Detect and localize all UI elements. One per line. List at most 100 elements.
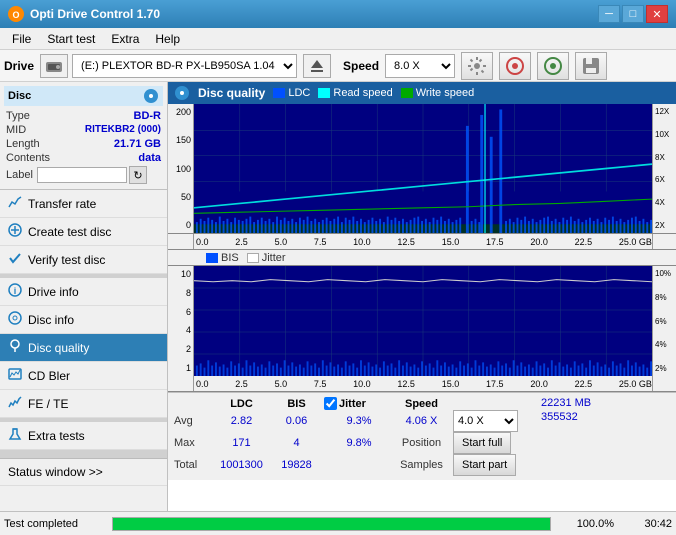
settings-icon-btn[interactable] xyxy=(461,52,493,80)
progress-bar xyxy=(113,518,550,530)
row-total-samples-label: Samples xyxy=(394,454,449,476)
x-label: 7.5 xyxy=(314,237,327,247)
sidebar-item-disc-quality[interactable]: Disc quality xyxy=(0,334,167,362)
side-values: 22231 MB 355532 xyxy=(541,397,591,423)
x-label: 2.5 xyxy=(235,379,248,389)
chart-title: Disc quality xyxy=(198,86,265,100)
start-full-button[interactable]: Start full xyxy=(453,432,511,454)
disc-label-input[interactable] xyxy=(37,167,127,183)
chart-header-icon xyxy=(174,85,190,101)
sidebar-item-disc-info[interactable]: Disc info xyxy=(0,306,167,334)
maximize-button[interactable]: □ xyxy=(622,5,644,23)
y-label: 10 xyxy=(170,269,191,279)
row-max-position-label: Position xyxy=(394,432,449,454)
y-label-r: 2X xyxy=(655,221,674,230)
drive-info-icon: i xyxy=(8,283,22,300)
stats-table: LDC BIS Jitter Speed A xyxy=(174,397,529,476)
x-label: 0.0 xyxy=(194,379,209,389)
top-y-axis-left: 200 150 100 50 0 xyxy=(168,104,194,233)
jitter-label: Jitter xyxy=(339,398,366,410)
legend-write-label: Write speed xyxy=(416,87,475,99)
jitter-checkbox-label: Jitter xyxy=(324,397,394,410)
y-label: 0 xyxy=(170,220,191,230)
top-chart-body xyxy=(194,104,652,233)
row-max-bis: 4 xyxy=(269,432,324,454)
speed-select[interactable]: 8.0 X xyxy=(385,54,455,78)
left-panel: Disc Type BD-R MID RITEKBR2 (000) Length… xyxy=(0,82,168,511)
sidebar-item-label: Drive info xyxy=(28,285,79,299)
row-max-ldc: 171 xyxy=(214,432,269,454)
x-label: 17.5 xyxy=(486,379,504,389)
menubar: File Start test Extra Help xyxy=(0,28,676,50)
menu-extra[interactable]: Extra xyxy=(103,30,147,48)
nav-divider-3 xyxy=(0,450,167,458)
stats-col-ldc: LDC xyxy=(214,397,269,410)
titlebar-title: Opti Drive Control 1.70 xyxy=(30,7,598,21)
menu-starttest[interactable]: Start test xyxy=(39,30,103,48)
sidebar-item-fe-te[interactable]: FE / TE xyxy=(0,390,167,418)
eject-button[interactable] xyxy=(303,54,331,78)
y-label: 150 xyxy=(170,135,191,145)
disc-length-row: Length 21.71 GB xyxy=(4,137,163,151)
titlebar: O Opti Drive Control 1.70 ─ □ ✕ xyxy=(0,0,676,28)
sidebar-item-label: Disc info xyxy=(28,313,74,327)
sidebar-item-extra-tests[interactable]: Extra tests xyxy=(0,422,167,450)
x-label: 12.5 xyxy=(397,237,415,247)
sidebar-item-label: Transfer rate xyxy=(28,197,96,211)
y-label-r: 4% xyxy=(655,340,674,349)
stats-speed-label: Speed xyxy=(394,397,449,410)
position-value-row: 22231 MB xyxy=(541,397,591,409)
top-x-axis: 0.0 2.5 5.0 7.5 10.0 12.5 15.0 17.5 20.0… xyxy=(168,234,676,250)
y-label: 50 xyxy=(170,192,191,202)
menu-help[interactable]: Help xyxy=(147,30,188,48)
y-label: 200 xyxy=(170,107,191,117)
disc-contents-label: Contents xyxy=(6,152,50,164)
position-value: 22231 MB xyxy=(541,397,591,409)
x-label: 17.5 xyxy=(486,237,504,247)
y-label: 8 xyxy=(170,288,191,298)
sidebar-item-status-window[interactable]: Status window >> xyxy=(0,458,167,486)
nav-items: Transfer rate Create test disc Verify te… xyxy=(0,190,167,486)
sidebar-item-cd-bler[interactable]: CD Bler xyxy=(0,362,167,390)
disc-write-icon-btn[interactable] xyxy=(499,52,531,80)
sidebar-item-verify-test[interactable]: Verify test disc xyxy=(0,246,167,274)
bottom-y-axis-left: 10 8 6 4 2 1 xyxy=(168,266,194,376)
sidebar-item-drive-info[interactable]: i Drive info xyxy=(0,278,167,306)
y-label-r: 8% xyxy=(655,293,674,302)
menu-file[interactable]: File xyxy=(4,30,39,48)
y-label-r: 6X xyxy=(655,175,674,184)
refresh-button[interactable]: ↻ xyxy=(129,166,147,184)
sidebar-item-label: Extra tests xyxy=(28,429,85,443)
sidebar-item-label: Verify test disc xyxy=(28,253,105,267)
toolbar: Drive (E:) PLEXTOR BD-R PX-LB950SA 1.04 … xyxy=(0,50,676,82)
stats-row-max: Max 171 4 9.8% Position Start full xyxy=(174,432,529,454)
disc-label-row: Label ↻ xyxy=(4,165,163,185)
disc-header-label: Disc xyxy=(8,90,31,102)
speed-label: Speed xyxy=(343,59,379,73)
start-part-button[interactable]: Start part xyxy=(453,454,516,476)
speed-select-stats[interactable]: 4.0 X xyxy=(453,410,518,432)
close-button[interactable]: ✕ xyxy=(646,5,668,23)
save-icon-btn[interactable] xyxy=(575,52,607,80)
jitter-checkbox[interactable] xyxy=(324,397,337,410)
row-total-ldc: 1001300 xyxy=(214,454,269,476)
stats-area: LDC BIS Jitter Speed A xyxy=(168,392,676,480)
legend-write-speed: Write speed xyxy=(401,87,475,99)
sidebar-item-create-test[interactable]: Create test disc xyxy=(0,218,167,246)
sidebar-item-transfer-rate[interactable]: Transfer rate xyxy=(0,190,167,218)
sidebar-item-label: Create test disc xyxy=(28,225,111,239)
minimize-button[interactable]: ─ xyxy=(598,5,620,23)
disc-info-icon xyxy=(8,311,22,328)
disc-read-icon-btn[interactable] xyxy=(537,52,569,80)
disc-length-value: 21.71 GB xyxy=(114,138,161,150)
drive-select[interactable]: (E:) PLEXTOR BD-R PX-LB950SA 1.04 xyxy=(72,54,297,78)
drive-icon-btn[interactable] xyxy=(40,54,68,78)
titlebar-icon: O xyxy=(8,6,24,22)
top-y-axis-right: 12X 10X 8X 6X 4X 2X xyxy=(652,104,676,233)
x-label: 10.0 xyxy=(353,237,371,247)
x-label: 25.0 GB xyxy=(619,379,652,389)
row-avg-ldc: 2.82 xyxy=(214,410,269,432)
legend-jitter-color xyxy=(247,253,259,263)
status-time: 30:42 xyxy=(622,518,672,530)
x-label: 22.5 xyxy=(575,237,593,247)
